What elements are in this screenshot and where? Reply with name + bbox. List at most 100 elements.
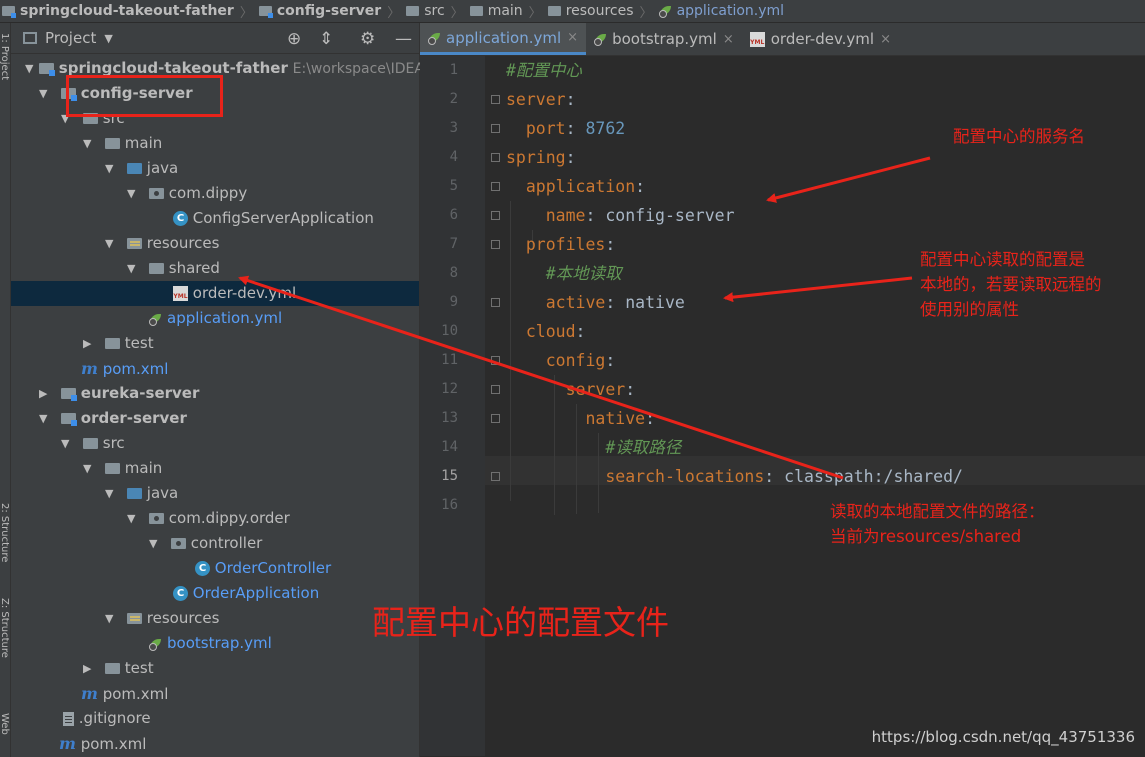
tree-row[interactable]: C OrderApplication [11,581,419,606]
tree-row[interactable]: m pom.xml [11,681,419,706]
chevron-right-icon[interactable]: ▶ [83,656,91,681]
fold-marker-icon[interactable] [491,298,500,307]
maven-icon: m [81,684,98,703]
code-line[interactable]: spring: [506,143,576,172]
chevron-down-icon[interactable]: ▼ [105,606,113,631]
fold-marker-icon[interactable] [491,240,500,249]
tree-row-selected[interactable]: YML order-dev.yml [11,281,419,306]
tree-row[interactable]: ▼ com.dippy.order [11,506,419,531]
tree-row[interactable]: ▶ test [11,656,419,681]
code-line[interactable]: native: [506,404,655,433]
chevron-down-icon[interactable]: ▼ [127,256,135,281]
tree-row[interactable]: C OrderController [11,556,419,581]
chevron-down-icon[interactable]: ▼ [25,56,33,81]
tab-application-yml[interactable]: application.yml × [420,23,587,55]
tree-row[interactable]: ▼ main [11,456,419,481]
web-tool-button[interactable]: Web [0,713,10,753]
tree-row[interactable]: C ConfigServerApplication [11,206,419,231]
tree-row[interactable]: m pom.xml [11,731,419,756]
tree-row[interactable]: ▼ java [11,481,419,506]
fold-marker-icon[interactable] [491,182,500,191]
tree-row[interactable]: ▼ com.dippy [11,181,419,206]
code-line[interactable]: port: 8762 [506,114,625,143]
breadcrumb-item[interactable]: main [468,3,525,19]
breadcrumb-item[interactable]: config-server [257,3,383,19]
tree-row[interactable]: ▼ resources [11,231,419,256]
package-icon [149,513,164,524]
chevron-down-icon[interactable]: ▼ [105,481,113,506]
tree-label: resources [146,234,220,252]
breadcrumb-item[interactable]: src [404,3,446,19]
spring-leaf-icon [428,32,442,45]
tree-label: java [146,159,179,177]
chevron-down-icon[interactable]: ▼ [149,531,157,556]
fold-marker-icon[interactable] [491,95,500,104]
locate-icon[interactable]: ⊕ [287,29,301,49]
collapse-all-icon[interactable]: ⇕ [319,29,333,49]
line-number: 7 [449,236,458,252]
chevron-down-icon[interactable]: ▼ [104,32,112,45]
tree-row[interactable]: application.yml [11,306,419,331]
folder-icon [105,663,120,674]
code-line[interactable]: name: config-server [506,201,735,230]
fold-marker-icon[interactable] [491,153,500,162]
tab-label: order-dev.yml [770,30,875,48]
chevron-down-icon[interactable]: ▼ [83,131,91,156]
tree-row[interactable]: ▼ resources [11,606,419,631]
folder-icon [83,438,98,449]
chevron-down-icon[interactable]: ▼ [39,81,47,106]
code-line[interactable]: #本地读取 [506,259,622,288]
code-line[interactable]: config: [506,346,616,375]
tree-label: pom.xml [102,685,169,703]
chevron-right-icon[interactable]: ▶ [83,331,91,356]
tree-row[interactable]: ▼ order-server [11,406,419,431]
tree-row[interactable]: bootstrap.yml [11,631,419,656]
fold-marker-icon[interactable] [491,414,500,423]
fold-marker-icon[interactable] [491,385,500,394]
tree-row[interactable]: ▼ controller [11,531,419,556]
code-line[interactable]: profiles: [506,230,615,259]
tree-row[interactable]: ▶ eureka-server [11,381,419,406]
chevron-down-icon[interactable]: ▼ [105,156,113,181]
line-number: 6 [449,207,458,223]
project-view-selector[interactable]: Project [45,29,96,47]
code-line[interactable]: server: [506,375,636,404]
breadcrumb-item[interactable]: springcloud-takeout-father [0,3,236,19]
chevron-down-icon[interactable]: ▼ [105,231,113,256]
close-icon[interactable]: × [723,32,734,47]
fold-marker-icon[interactable] [491,124,500,133]
minimize-icon[interactable]: — [395,29,412,49]
fold-marker-icon[interactable] [491,211,500,220]
tree-row[interactable]: ▼ src [11,431,419,456]
code-line[interactable]: application: [506,172,645,201]
tree-row[interactable]: .gitignore [11,706,419,731]
project-tool-button[interactable]: 1: Project [0,33,10,113]
tree-row[interactable]: ▼ java [11,156,419,181]
chevron-down-icon[interactable]: ▼ [127,506,135,531]
close-icon[interactable]: × [567,30,578,45]
tree-row[interactable]: ▼ main [11,131,419,156]
fold-marker-icon[interactable] [491,472,500,481]
chevron-down-icon[interactable]: ▼ [127,181,135,206]
code-line-current[interactable]: search-locations: classpath:/shared/ [506,462,963,491]
breadcrumb-item[interactable]: application.yml [657,3,787,19]
chevron-right-icon[interactable]: ▶ [39,381,47,406]
code-line[interactable]: active: native [506,288,685,317]
chevron-down-icon[interactable]: ▼ [39,406,47,431]
tree-row[interactable]: ▶ test [11,331,419,356]
tab-bootstrap-yml[interactable]: bootstrap.yml × [586,23,742,55]
tab-order-dev-yml[interactable]: YML order-dev.yml × [742,23,899,55]
code-line[interactable]: cloud: [506,317,586,346]
tree-row[interactable]: m pom.xml [11,356,419,381]
structure-tool-button[interactable]: 2: Structure [0,503,10,583]
close-icon[interactable]: × [880,32,891,47]
fold-marker-icon[interactable] [491,356,500,365]
z-structure-tool-button[interactable]: Z: Structure [0,598,10,688]
tree-row[interactable]: ▼ shared [11,256,419,281]
gear-icon[interactable]: ⚙ [360,29,375,49]
code-line[interactable]: server: [506,85,576,114]
chevron-down-icon[interactable]: ▼ [83,456,91,481]
code-line[interactable]: #读取路径 [506,433,681,462]
breadcrumb-item[interactable]: resources [546,3,636,19]
chevron-down-icon[interactable]: ▼ [61,431,69,456]
